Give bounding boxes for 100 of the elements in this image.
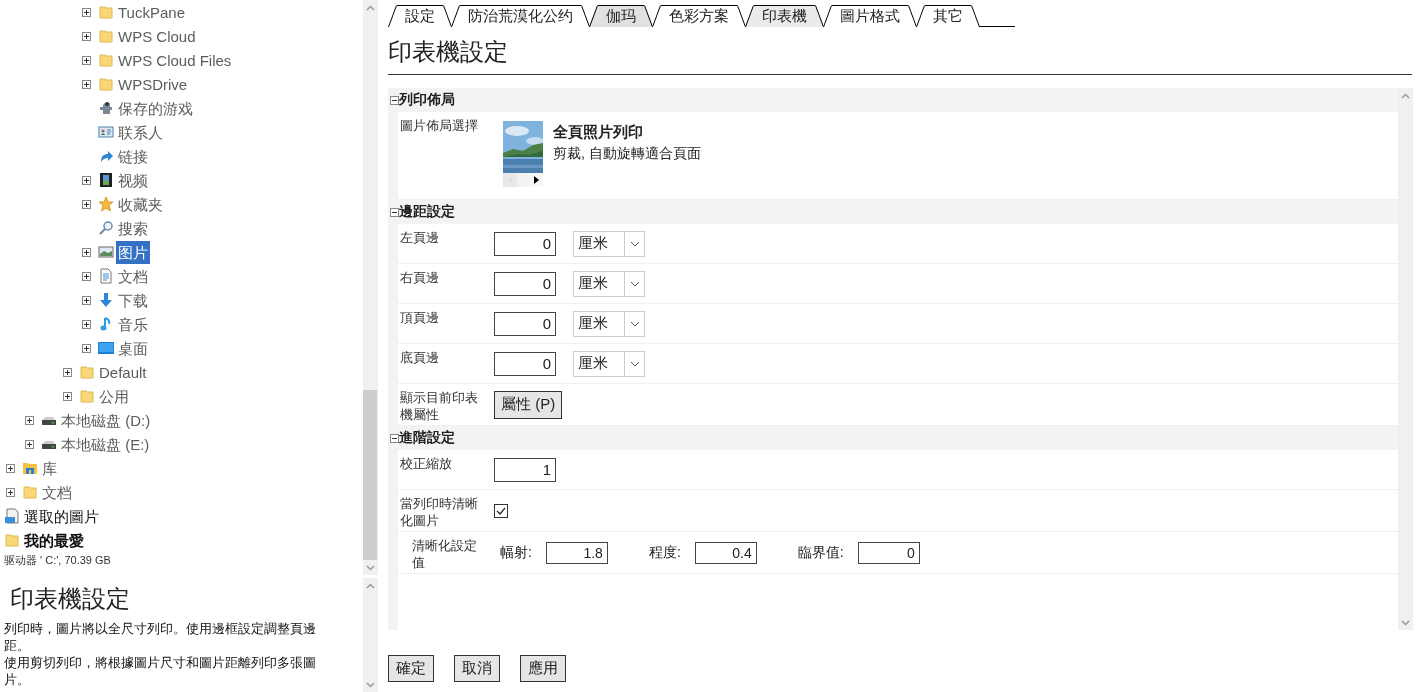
tree-item[interactable]: 音乐 bbox=[116, 312, 150, 336]
section-title: 進階設定 bbox=[399, 429, 455, 447]
pinned-item[interactable]: 選取的圖片 bbox=[22, 504, 101, 528]
scroll-left-icon[interactable] bbox=[503, 173, 517, 187]
tree-item[interactable]: 视频 bbox=[116, 168, 150, 192]
tree-item[interactable]: Default bbox=[97, 360, 149, 384]
folder-icon bbox=[98, 76, 114, 92]
number-field[interactable]: 0 bbox=[857, 541, 920, 564]
scroll-up-icon bbox=[366, 582, 375, 589]
document-icon bbox=[98, 268, 114, 284]
library-icon bbox=[22, 460, 38, 476]
property-label: 當列印時清晰化圖片 bbox=[400, 496, 478, 528]
contact-card-icon bbox=[98, 124, 114, 140]
section-title: 列印佈局 bbox=[399, 91, 455, 109]
tree-item[interactable]: 公用 bbox=[97, 384, 131, 408]
description-text: 使用剪切列印，將根據圖片尺寸和圖片距離列印多張圖片。 bbox=[4, 654, 317, 688]
caret-icon bbox=[629, 280, 640, 287]
tree-item[interactable]: 库 bbox=[40, 456, 59, 480]
dialog-button[interactable]: 取消 bbox=[454, 655, 500, 682]
section-title: 邊距設定 bbox=[399, 203, 455, 221]
picture-icon bbox=[98, 244, 114, 260]
tree-item[interactable]: 联系人 bbox=[116, 120, 165, 144]
properties-button[interactable]: 屬性 (P) bbox=[494, 390, 563, 419]
tree-item[interactable]: 收藏夹 bbox=[116, 192, 165, 216]
checkbox[interactable] bbox=[494, 503, 508, 518]
field-label: 程度: bbox=[648, 543, 681, 562]
tab[interactable]: 設定 bbox=[388, 5, 452, 27]
shortcut-arrow-icon bbox=[98, 148, 114, 164]
scroll-down-icon bbox=[366, 681, 375, 688]
film-icon bbox=[98, 172, 114, 188]
tree-item[interactable]: 文档 bbox=[116, 264, 150, 288]
folder-icon bbox=[98, 28, 114, 44]
scroll-up-icon bbox=[366, 4, 375, 11]
property-label: 頂頁邊 bbox=[400, 310, 439, 325]
number-field[interactable]: 0 bbox=[494, 231, 556, 256]
tree-item[interactable]: 文档 bbox=[40, 480, 74, 504]
tree-item[interactable]: WPSDrive bbox=[116, 72, 190, 96]
pinned-item[interactable]: 我的最愛 bbox=[22, 528, 86, 552]
number-field[interactable]: 0 bbox=[494, 271, 556, 296]
property-label: 校正縮放 bbox=[400, 456, 452, 471]
tree-item[interactable]: 图片 bbox=[116, 240, 150, 264]
tree-item[interactable]: TuckPane bbox=[116, 0, 187, 24]
property-label: 圖片佈局選擇 bbox=[400, 118, 478, 133]
property-label: 左頁邊 bbox=[400, 230, 439, 245]
scrollbar[interactable] bbox=[1398, 88, 1413, 630]
number-field[interactable]: 1 bbox=[494, 457, 556, 482]
layout-option-title: 全頁照片列印 bbox=[553, 123, 644, 142]
tree-item[interactable]: 下载 bbox=[116, 288, 150, 312]
tab[interactable]: 伽玛 bbox=[589, 5, 653, 27]
star-icon bbox=[98, 196, 114, 212]
unit-dropdown[interactable]: 厘米 bbox=[573, 270, 645, 297]
property-label: 右頁邊 bbox=[400, 270, 439, 285]
folder-icon bbox=[79, 388, 95, 404]
description-text: 列印時，圖片將以全尺寸列印。使用邊框設定調整頁邊距。 bbox=[4, 620, 317, 654]
tree-item[interactable]: WPS Cloud bbox=[116, 24, 198, 48]
tree-item[interactable]: 保存的游戏 bbox=[116, 96, 195, 120]
folder-icon bbox=[98, 52, 114, 68]
number-field[interactable]: 0.4 bbox=[694, 541, 757, 564]
scroll-down-icon bbox=[366, 564, 375, 571]
tree-item[interactable]: 链接 bbox=[116, 144, 150, 168]
folder-icon bbox=[98, 4, 114, 20]
dialog-button[interactable]: 確定 bbox=[388, 655, 434, 682]
caret-icon bbox=[629, 360, 640, 367]
number-field[interactable]: 0 bbox=[494, 311, 556, 336]
drive-info: 驱动器 ' C:', 70.39 GB bbox=[3, 553, 112, 568]
folder-icon bbox=[4, 532, 20, 548]
scroll-thumb[interactable] bbox=[363, 390, 377, 560]
tab[interactable]: 其它 bbox=[916, 5, 980, 27]
layout-option-detail: 剪裁, 自動旋轉適合頁面 bbox=[553, 145, 701, 163]
scroll-up-icon bbox=[1401, 92, 1410, 99]
scrollbar[interactable] bbox=[363, 578, 378, 692]
number-field[interactable]: 0 bbox=[494, 351, 556, 376]
document-monitor-icon bbox=[4, 508, 20, 524]
down-arrow-icon bbox=[98, 292, 114, 308]
tree-item[interactable]: 搜索 bbox=[116, 216, 150, 240]
unit-dropdown[interactable]: 厘米 bbox=[573, 230, 645, 257]
folder-icon bbox=[79, 364, 95, 380]
tree-item[interactable]: 本地磁盘 (E:) bbox=[59, 432, 152, 456]
number-field[interactable]: 1.8 bbox=[545, 541, 608, 564]
tree-item[interactable]: WPS Cloud Files bbox=[116, 48, 234, 72]
scroll-down-icon bbox=[1401, 619, 1410, 626]
field-label: 臨界值: bbox=[797, 543, 844, 562]
tab[interactable]: 色彩方案 bbox=[652, 5, 746, 27]
tab[interactable]: 圖片格式 bbox=[823, 5, 917, 27]
tab[interactable]: 印表機 bbox=[745, 5, 824, 27]
unit-dropdown[interactable]: 厘米 bbox=[573, 310, 645, 337]
scrollbar[interactable] bbox=[363, 0, 378, 575]
page-title: 印表機設定 bbox=[388, 37, 508, 67]
property-label: 清晰化設定值 bbox=[412, 538, 477, 570]
field-label: 幅射: bbox=[500, 543, 532, 562]
dialog-button[interactable]: 應用 bbox=[520, 655, 566, 682]
property-label: 顯示目前印表機屬性 bbox=[400, 390, 478, 422]
tree-item[interactable]: 本地磁盘 (D:) bbox=[59, 408, 153, 432]
caret-icon bbox=[629, 320, 640, 327]
unit-dropdown[interactable]: 厘米 bbox=[573, 350, 645, 377]
tree-item[interactable]: 桌面 bbox=[116, 336, 150, 360]
search-icon bbox=[98, 220, 114, 236]
monitor-icon bbox=[98, 340, 114, 356]
caret-icon bbox=[629, 240, 640, 247]
tab[interactable]: 防治荒漠化公约 bbox=[451, 5, 590, 27]
